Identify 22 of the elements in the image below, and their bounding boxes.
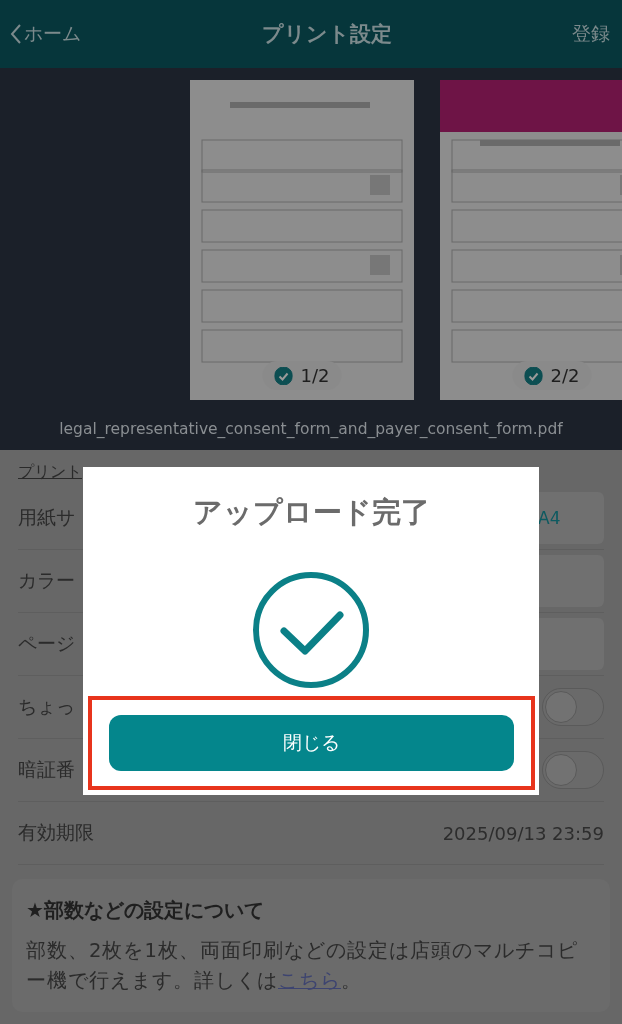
dialog-title: アップロード完了 bbox=[192, 494, 430, 531]
setting-label: ページ bbox=[18, 631, 75, 656]
check-icon bbox=[524, 366, 543, 385]
page-title: プリント設定 bbox=[261, 21, 392, 48]
file-name: legal_representative_consent_form_and_payer_consent_form.pdf bbox=[59, 420, 563, 438]
register-link[interactable]: 登録 bbox=[572, 21, 610, 47]
back-link[interactable]: ホーム bbox=[10, 21, 81, 47]
section-title: プリント bbox=[18, 461, 83, 483]
toggle-switch[interactable] bbox=[542, 688, 604, 726]
setting-label: 暗証番 bbox=[18, 757, 75, 782]
close-button[interactable]: 閉じる bbox=[108, 715, 514, 771]
setting-label: ちょっ bbox=[18, 694, 75, 719]
check-circle-icon bbox=[252, 571, 370, 689]
chevron-left-icon bbox=[10, 23, 22, 45]
check-icon bbox=[274, 366, 293, 385]
setting-label: 用紙サ bbox=[18, 505, 75, 530]
back-label: ホーム bbox=[24, 21, 81, 46]
setting-label: 有効期限 bbox=[18, 820, 94, 845]
toggle-switch[interactable] bbox=[542, 751, 604, 789]
setting-label: カラー bbox=[18, 568, 75, 593]
setting-value: 2025/09/13 23:59 bbox=[442, 822, 604, 844]
info-title: ★部数などの設定について bbox=[26, 897, 265, 924]
